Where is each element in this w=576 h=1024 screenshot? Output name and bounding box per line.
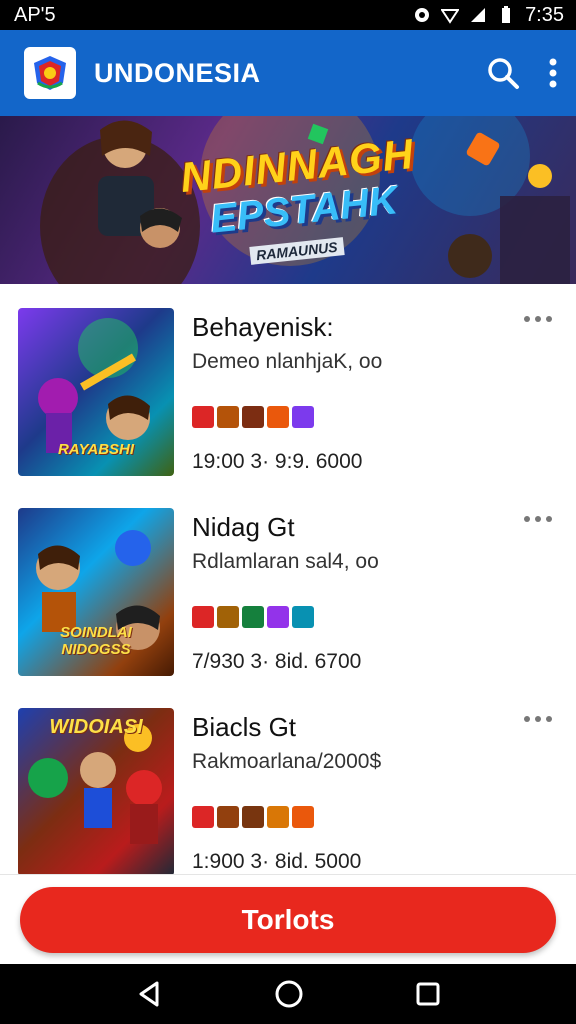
game-subtitle: Rakmoarlana/2000$ — [192, 750, 382, 773]
game-title[interactable]: Biacls Gt — [192, 712, 296, 743]
tag-icon — [292, 606, 314, 628]
tag-icon — [292, 806, 314, 828]
game-item[interactable]: SOINDLAI NIDOGSS Nidag Gt Rdlamlaran sal… — [0, 484, 576, 684]
primary-action-button[interactable]: Torlots — [20, 887, 556, 953]
game-thumbnail[interactable]: RAYABSHI — [18, 308, 174, 476]
game-title[interactable]: Nidag Gt — [192, 512, 295, 543]
tag-icon-row — [192, 806, 314, 828]
promo-banner[interactable]: NDINNAGH EPSTAHK RAMAUNUS — [0, 116, 576, 284]
app-title: UNDONESIA — [94, 57, 261, 88]
game-subtitle: Rdlamlaran sal4, oo — [192, 550, 379, 573]
tag-icon — [192, 406, 214, 428]
game-stats: 19:00 3· 9:9. 6000 — [192, 450, 363, 473]
game-item[interactable]: RAYABSHI Behayenisk: Demeo nlanhjaK, oo … — [0, 284, 576, 484]
tag-icon — [267, 606, 289, 628]
tag-icon — [242, 806, 264, 828]
tag-icon — [267, 806, 289, 828]
back-icon[interactable] — [135, 980, 163, 1008]
tag-icon — [217, 606, 239, 628]
wifi-icon — [441, 9, 460, 24]
status-icons: 7:35 — [413, 4, 564, 27]
recents-icon[interactable] — [415, 981, 441, 1007]
game-list[interactable]: RAYABSHI Behayenisk: Demeo nlanhjaK, oo … — [0, 284, 576, 874]
tag-icon — [192, 806, 214, 828]
thumbnail-title: SOINDLAI NIDOGSS — [60, 624, 132, 658]
tag-icon — [292, 406, 314, 428]
app-logo-crest-icon — [34, 56, 66, 90]
tag-icon — [192, 606, 214, 628]
tag-icon — [217, 806, 239, 828]
tag-icon-row — [192, 606, 314, 628]
game-stats: 1:900 3· 8id. 5000 — [192, 850, 362, 873]
game-thumbnail[interactable]: WIDOIASI — [18, 708, 174, 874]
battery-icon — [502, 6, 511, 23]
clock-label: 7:35 — [525, 3, 564, 26]
status-bar: AP'5 7:35 — [0, 0, 576, 30]
more-horizontal-icon[interactable] — [524, 716, 552, 722]
game-thumbnail[interactable]: SOINDLAI NIDOGSS — [18, 508, 174, 676]
carrier-label: AP'5 — [14, 3, 56, 26]
game-subtitle: Demeo nlanhjaK, oo — [192, 350, 383, 373]
signal-icon — [471, 8, 486, 22]
game-stats: 7/930 3· 8id. 6700 — [192, 650, 362, 673]
thumbnail-title: WIDOIASI — [49, 716, 143, 738]
tag-icon — [242, 606, 264, 628]
home-icon[interactable] — [274, 979, 304, 1009]
tag-icon — [267, 406, 289, 428]
app-bar: UNDONESIA — [0, 30, 576, 116]
bottom-action-area: Torlots — [0, 874, 576, 964]
tag-icon — [217, 406, 239, 428]
more-horizontal-icon[interactable] — [524, 316, 552, 322]
game-item[interactable]: WIDOIASI Biacls Gt Rakmoarlana/2000$ 1:9… — [0, 684, 576, 874]
system-nav-bar — [0, 964, 576, 1024]
tag-icon-row — [192, 406, 314, 428]
game-title[interactable]: Behayenisk: — [192, 312, 334, 343]
more-vertical-icon[interactable] — [548, 57, 558, 89]
tag-icon — [242, 406, 264, 428]
more-horizontal-icon[interactable] — [524, 516, 552, 522]
app-logo[interactable] — [24, 47, 76, 99]
thumbnail-title: RAYABSHI — [57, 441, 135, 458]
alarm-icon — [415, 8, 430, 22]
search-icon[interactable] — [486, 56, 520, 90]
